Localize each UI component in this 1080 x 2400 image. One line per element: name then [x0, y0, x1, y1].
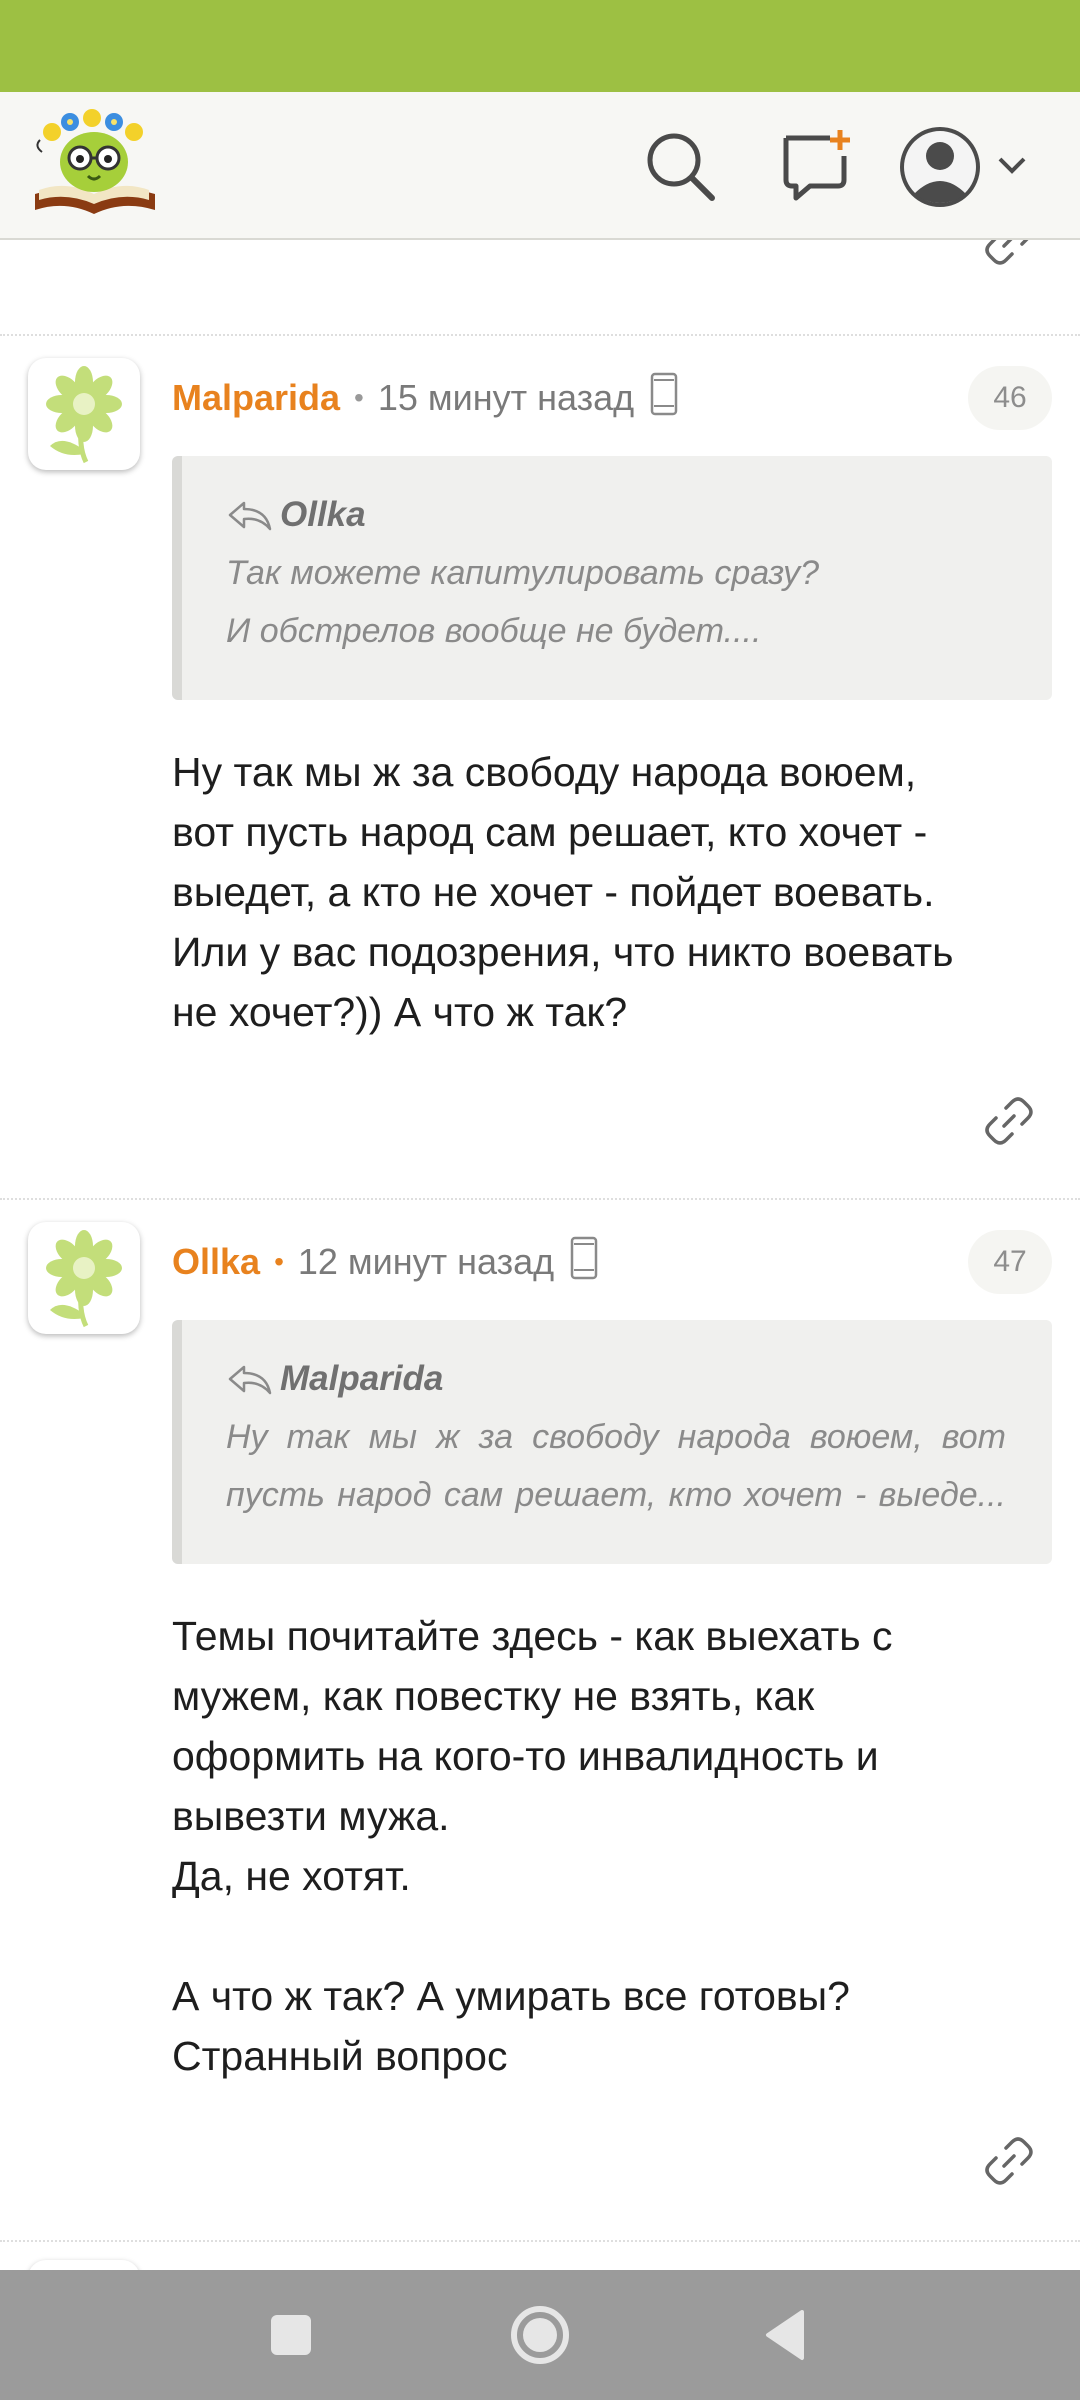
- quote-header: Ollka: [226, 492, 1052, 538]
- new-message-icon[interactable]: [778, 126, 858, 211]
- reply-arrow-icon: [228, 501, 272, 531]
- author-name[interactable]: Malparida: [172, 377, 340, 419]
- comment-text: Темы почитайте здесь - как выехать с муж…: [172, 1613, 893, 2079]
- site-header: [0, 92, 1080, 240]
- recents-button[interactable]: [258, 2302, 324, 2368]
- post-number[interactable]: 47: [968, 1230, 1052, 1294]
- back-button[interactable]: [754, 2302, 820, 2368]
- timestamp: 12 минут назад: [297, 1241, 555, 1282]
- quote-line: пусть народ сам решает, кто хочет - выед…: [226, 1476, 1006, 1514]
- comments-feed: Malparida • 15 минут назад 46 Ollka Так …: [0, 240, 1080, 2270]
- author-name[interactable]: Ollka: [172, 1241, 260, 1283]
- permalink-icon[interactable]: [984, 240, 1034, 266]
- status-bar: [0, 0, 1080, 92]
- author-avatar[interactable]: [28, 1222, 140, 1334]
- author-avatar[interactable]: [28, 2260, 140, 2270]
- quote-header: Malparida: [226, 1356, 1052, 1402]
- reply-arrow-icon: [228, 1365, 272, 1395]
- author-avatar[interactable]: [28, 358, 140, 470]
- comment-text: Ну так мы ж за свободу народа воюем, вот…: [172, 749, 954, 1035]
- home-button[interactable]: [507, 2302, 573, 2368]
- divider: [0, 2240, 1080, 2242]
- quote-author[interactable]: Malparida: [280, 1359, 443, 1399]
- mobile-device-icon: [650, 372, 678, 425]
- quote-block: Malparida Ну так мы ж за свободу народа …: [172, 1320, 1052, 1564]
- system-navigation-bar: [0, 2270, 1080, 2400]
- comment-meta: Ollka • 12 минут назад: [172, 1234, 598, 1290]
- comment-post: Ollka • 12 минут назад 47 Malparida Ну т…: [0, 1200, 1080, 2240]
- comment-meta: Malparida • 15 минут назад: [172, 370, 678, 426]
- timestamp: 15 минут назад: [377, 377, 635, 418]
- permalink-icon[interactable]: [984, 1096, 1034, 1146]
- flower-avatar-icon: [46, 1230, 122, 1328]
- separator-dot: •: [274, 1246, 284, 1277]
- quote-line: Ну так мы ж за свободу народа воюем, вот: [226, 1418, 1006, 1456]
- quote-line: И обстрелов вообще не будет....: [226, 612, 762, 650]
- mobile-device-icon: [570, 1236, 598, 1289]
- quote-author[interactable]: Ollka: [280, 495, 366, 535]
- permalink-icon[interactable]: [984, 2136, 1034, 2186]
- quote-block: Ollka Так можете капитулировать сразу? И…: [172, 456, 1052, 700]
- chevron-down-icon: [998, 157, 1026, 174]
- comment-post: Malparida • 15 минут назад 46 Ollka Так …: [0, 336, 1080, 1198]
- flower-avatar-icon: [46, 366, 122, 464]
- separator-dot: •: [354, 382, 364, 413]
- search-icon[interactable]: [640, 126, 720, 211]
- user-menu-button[interactable]: [900, 122, 1040, 212]
- site-logo[interactable]: [30, 106, 160, 218]
- post-number[interactable]: 46: [968, 366, 1052, 430]
- user-avatar-icon: [900, 127, 1026, 207]
- quote-line: Так можете капитулировать сразу?: [226, 554, 820, 592]
